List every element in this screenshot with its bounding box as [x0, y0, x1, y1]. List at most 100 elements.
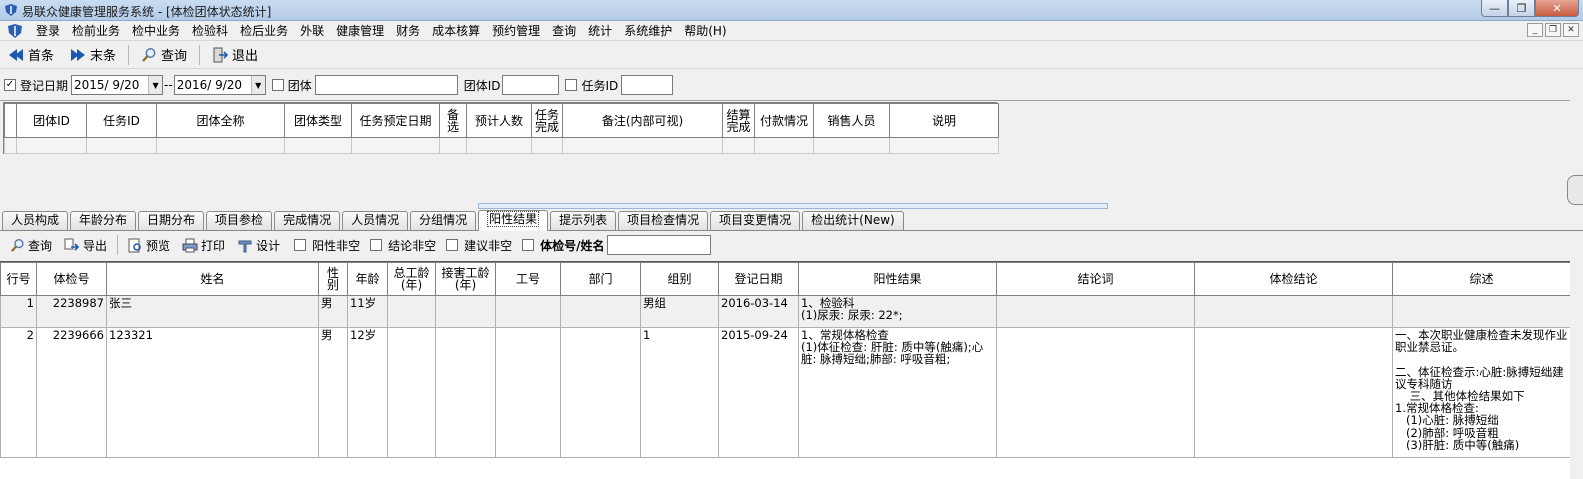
tab-item-change-status[interactable]: 项目变更情况 [710, 211, 801, 230]
menu-outreach[interactable]: 外联 [294, 21, 330, 41]
last-record-button[interactable]: 末条 [62, 43, 124, 67]
cell-exposure-years [435, 327, 496, 458]
column-header[interactable]: 任务完成 [531, 103, 563, 138]
column-header[interactable]: 部门 [560, 262, 641, 296]
exam-id-name-search-input[interactable] [606, 235, 711, 255]
tab-personnel-composition[interactable]: 人员构成 [2, 211, 69, 230]
results-query-label: 查询 [28, 238, 53, 253]
menu-login[interactable]: 登录 [30, 21, 66, 41]
dropdown-arrow-icon[interactable]: ▼ [250, 76, 265, 94]
tab-completion[interactable]: 完成情况 [274, 211, 341, 230]
column-header[interactable]: 任务预定日期 [351, 103, 440, 138]
group-checkbox[interactable] [271, 79, 284, 91]
menu-query[interactable]: 查询 [546, 21, 582, 41]
tab-detection-stats-new[interactable]: 检出统计(New) [802, 211, 904, 230]
cell-sex: 男 [318, 327, 348, 458]
menu-cost-accounting[interactable]: 成本核算 [426, 21, 486, 41]
column-header[interactable]: 销售人员 [813, 103, 890, 138]
tab-group-status[interactable]: 分组情况 [410, 211, 477, 230]
tab-alert-list[interactable]: 提示列表 [550, 211, 617, 230]
conclusion-nonempty-checkbox[interactable] [370, 239, 383, 251]
search-checkbox[interactable] [522, 239, 535, 251]
menu-post-exam[interactable]: 检后业务 [234, 21, 294, 41]
tab-personnel-status[interactable]: 人员情况 [342, 211, 409, 230]
menu-lab[interactable]: 检验科 [186, 21, 234, 41]
menu-in-exam[interactable]: 检中业务 [126, 21, 186, 41]
export-button[interactable]: 导出 [58, 237, 113, 254]
column-header[interactable]: 备选 [439, 103, 467, 138]
column-header[interactable]: 阳性结果 [798, 262, 997, 296]
column-header[interactable]: 任务ID [86, 103, 157, 138]
tab-item-exam-status[interactable]: 项目检查情况 [618, 211, 709, 230]
column-header[interactable]: 备注(内部可视) [562, 103, 723, 138]
close-button[interactable]: ✕ [1535, 0, 1579, 17]
column-header[interactable]: 付款情况 [754, 103, 814, 138]
design-button[interactable]: 设计 [231, 237, 286, 254]
column-header[interactable]: 性别 [318, 262, 348, 296]
column-header[interactable]: 组别 [640, 262, 719, 296]
column-header[interactable]: 结算完成 [722, 103, 755, 138]
task-id-input[interactable] [621, 75, 674, 95]
menu-help[interactable]: 帮助(H) [678, 21, 732, 41]
preview-icon [128, 238, 141, 252]
column-header[interactable]: 说明 [889, 103, 999, 138]
menu-finance[interactable]: 财务 [390, 21, 426, 41]
column-header[interactable]: 总工龄(年) [387, 262, 436, 296]
mdi-restore-button[interactable]: ❐ [1545, 23, 1561, 37]
column-header[interactable]: 体检号 [36, 262, 107, 296]
query-button[interactable]: 查询 [133, 43, 195, 67]
tab-item-participation[interactable]: 项目参检 [206, 211, 273, 230]
column-header[interactable]: 团体ID [16, 103, 87, 138]
date-to-value: 2016/ 9/20 [176, 78, 243, 92]
dropdown-arrow-icon[interactable]: ▼ [148, 76, 163, 94]
system-menu-icon[interactable] [6, 23, 24, 39]
menu-health-management[interactable]: 健康管理 [330, 21, 390, 41]
column-header[interactable]: 接害工龄(年) [435, 262, 496, 296]
task-id-checkbox[interactable] [565, 79, 578, 91]
cell-row-number: 2 [0, 327, 37, 458]
positive-nonempty-checkbox[interactable] [294, 239, 307, 251]
first-record-label: 首条 [28, 49, 55, 64]
exit-button[interactable]: 退出 [204, 43, 266, 67]
column-header[interactable]: 姓名 [106, 262, 319, 296]
tab-date-distribution[interactable]: 日期分布 [138, 211, 205, 230]
table-row[interactable]: 1 2238987 张三 男 11岁 男组 2016-03-14 1、检验科 (… [0, 295, 1570, 328]
column-header[interactable]: 年龄 [347, 262, 388, 296]
column-header[interactable]: 登记日期 [718, 262, 799, 296]
preview-button[interactable]: 预览 [122, 237, 176, 254]
scroll-edge[interactable] [1567, 175, 1583, 205]
menu-pre-exam[interactable]: 检前业务 [66, 21, 126, 41]
cell-row-number: 1 [0, 295, 37, 328]
tab-age-distribution[interactable]: 年龄分布 [70, 211, 137, 230]
date-from-picker[interactable]: 2015/ 9/20 ▼ [71, 75, 164, 95]
tab-positive-results[interactable]: 阳性结果 [478, 210, 549, 231]
column-header[interactable]: 团体类型 [284, 103, 352, 138]
table-row[interactable]: 2 2239666 123321 男 12岁 1 2015-09-24 1、常规… [0, 327, 1570, 458]
column-header[interactable]: 结论词 [996, 262, 1195, 296]
minimize-button[interactable]: — [1481, 0, 1508, 17]
column-header[interactable]: 工号 [495, 262, 561, 296]
mdi-minimize-button[interactable]: _ [1527, 23, 1543, 37]
restore-button[interactable]: ❐ [1508, 0, 1535, 17]
cell-exposure-years [435, 295, 496, 328]
first-record-button[interactable]: 首条 [0, 43, 62, 67]
reg-date-checkbox[interactable]: ✓ [4, 79, 16, 91]
menu-system-maintenance[interactable]: 系统维护 [618, 21, 678, 41]
column-header[interactable]: 综述 [1392, 262, 1570, 296]
mdi-close-button[interactable]: ✕ [1563, 23, 1579, 37]
results-query-button[interactable]: 查询 [0, 237, 58, 254]
column-header[interactable]: 团体全称 [156, 103, 285, 138]
table-row[interactable] [4, 137, 999, 154]
advice-nonempty-checkbox[interactable] [446, 239, 459, 251]
column-header[interactable]: 行号 [0, 262, 37, 296]
column-header[interactable]: 体检结论 [1194, 262, 1393, 296]
group-id-input[interactable] [502, 75, 560, 95]
group-input[interactable] [314, 75, 458, 95]
column-header[interactable]: 预计人数 [466, 103, 532, 138]
row-selector[interactable] [4, 137, 17, 154]
date-to-picker[interactable]: 2016/ 9/20 ▼ [173, 75, 266, 95]
results-table-header: 行号 体检号 姓名 性别 年龄 总工龄(年) 接害工龄(年) 工号 部门 组别 … [0, 262, 1570, 296]
menu-statistics[interactable]: 统计 [582, 21, 618, 41]
menu-appointment[interactable]: 预约管理 [486, 21, 546, 41]
print-button[interactable]: 打印 [176, 237, 231, 254]
